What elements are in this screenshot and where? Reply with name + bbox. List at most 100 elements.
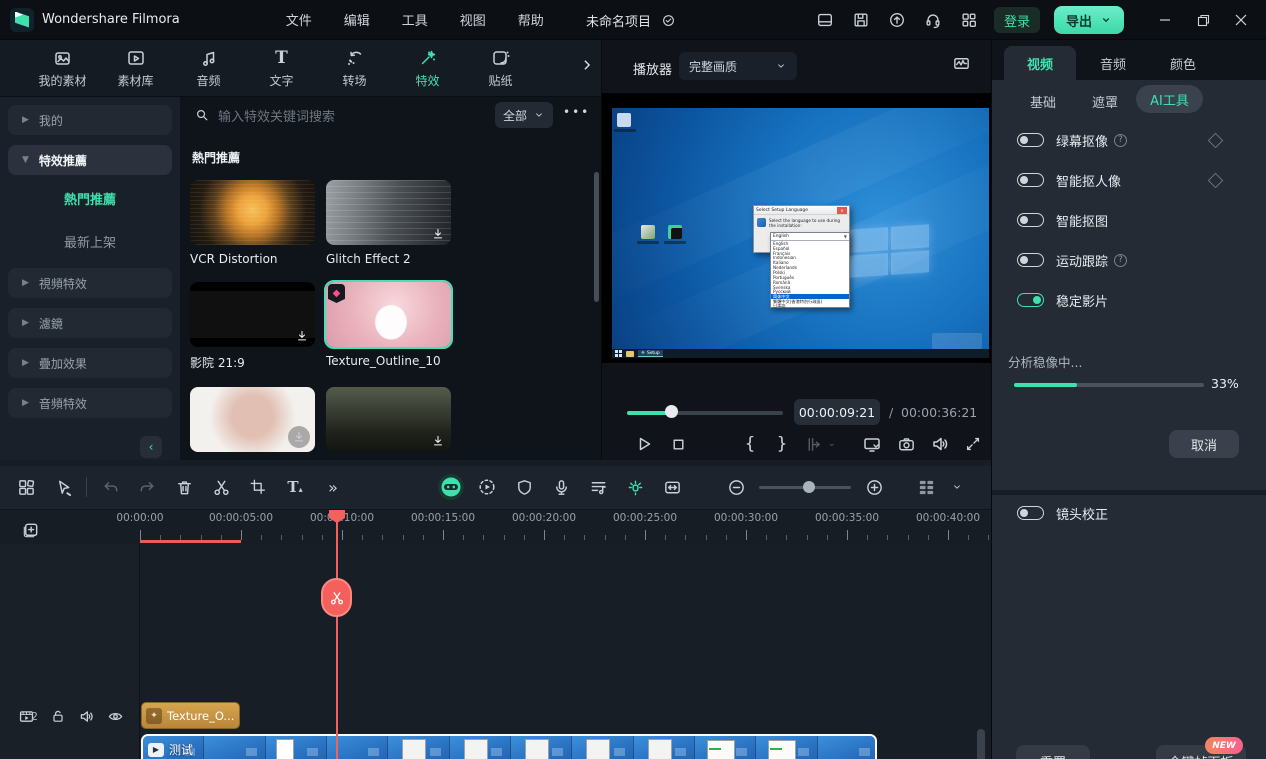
- chevrons-button[interactable]: »: [318, 473, 346, 501]
- panel-tab-2[interactable]: 颜色: [1157, 46, 1209, 80]
- sidebar-subcategory[interactable]: 熱門推薦: [0, 189, 180, 208]
- add-marker-button[interactable]: [16, 516, 44, 544]
- ai-face-button[interactable]: [438, 474, 464, 500]
- subtab[interactable]: 遮罩: [1092, 92, 1118, 111]
- seek-handle[interactable]: [665, 405, 678, 418]
- effect-clip[interactable]: ✦ Texture_O...: [141, 702, 240, 729]
- quality-dropdown[interactable]: 完整画质: [679, 52, 797, 80]
- media-tab-sticker[interactable]: 贴纸: [464, 47, 537, 89]
- video-clip[interactable]: ▶ 测试: [141, 734, 877, 759]
- lock-icon[interactable]: [50, 708, 66, 724]
- timeline-zoom-slider[interactable]: [759, 486, 851, 489]
- panel-tab-1[interactable]: 音频: [1087, 46, 1139, 80]
- trim-button[interactable]: [802, 432, 826, 456]
- minimize-button[interactable]: [1148, 5, 1182, 35]
- track-manager-button[interactable]: [912, 473, 940, 501]
- effect-card[interactable]: VCR Distortion: [190, 180, 315, 266]
- shield-button[interactable]: [510, 473, 538, 501]
- auto-split-button[interactable]: [621, 473, 649, 501]
- publish-icon[interactable]: [886, 9, 908, 31]
- scissors-tool-button[interactable]: [207, 473, 235, 501]
- save-icon[interactable]: [850, 9, 872, 31]
- effects-scrollbar[interactable]: [594, 172, 599, 302]
- toggle-3[interactable]: [1017, 253, 1044, 267]
- zoom-out-button[interactable]: [722, 473, 750, 501]
- fit-width-button[interactable]: [658, 473, 686, 501]
- seek-bar[interactable]: [627, 411, 783, 415]
- media-tab-stock[interactable]: 素材库: [99, 47, 172, 89]
- close-button[interactable]: [1224, 5, 1258, 35]
- apps-icon[interactable]: [958, 9, 980, 31]
- keyframe-diamond-icon[interactable]: [1208, 132, 1224, 148]
- effect-card[interactable]: Glitch Effect 2: [326, 180, 451, 266]
- effect-card[interactable]: 影院 21:9: [190, 282, 315, 371]
- subtab[interactable]: 基础: [1030, 92, 1056, 111]
- monitor-button[interactable]: [860, 432, 884, 456]
- cancel-button[interactable]: 取消: [1169, 430, 1239, 458]
- sidebar-subcategory[interactable]: 最新上架: [0, 232, 180, 251]
- lens-correction-toggle[interactable]: [1017, 506, 1044, 520]
- expand-button[interactable]: [961, 432, 985, 456]
- media-tab-my-media[interactable]: 我的素材: [26, 47, 99, 89]
- redo-button[interactable]: [133, 473, 161, 501]
- brace-open-button[interactable]: {: [738, 432, 762, 456]
- toggle-1[interactable]: [1017, 173, 1044, 187]
- reset-button[interactable]: 重置: [1016, 745, 1090, 759]
- filter-dropdown[interactable]: 全部: [495, 102, 553, 128]
- tabs-expand-chevron-icon[interactable]: [580, 58, 594, 72]
- sidebar-category[interactable]: ▼ 特效推薦: [8, 145, 172, 175]
- keyframe-diamond-icon[interactable]: [1208, 172, 1224, 188]
- video-preview[interactable]: Select Setup Language✕ Select the langua…: [602, 93, 992, 363]
- crop-button[interactable]: [244, 473, 272, 501]
- layout-icon[interactable]: [814, 9, 836, 31]
- media-tab-effects[interactable]: 特效: [391, 47, 464, 89]
- login-button[interactable]: 登录: [994, 7, 1040, 33]
- zoom-in-button[interactable]: [860, 473, 888, 501]
- cursor-button[interactable]: [49, 473, 77, 501]
- undo-button[interactable]: [96, 473, 124, 501]
- speaker-button[interactable]: [928, 432, 952, 456]
- more-options-button[interactable]: •••: [563, 105, 590, 119]
- support-icon[interactable]: [922, 9, 944, 31]
- eye-icon[interactable]: [107, 708, 124, 725]
- toggle-4[interactable]: [1017, 293, 1044, 307]
- trash-button[interactable]: [170, 473, 198, 501]
- sidebar-category[interactable]: ▶ 疊加效果: [8, 348, 172, 378]
- sidebar-category[interactable]: ▶ 視頻特效: [8, 268, 172, 298]
- track-manager-caret-icon[interactable]: [949, 473, 965, 501]
- mic-button[interactable]: [547, 473, 575, 501]
- play-button[interactable]: [632, 432, 656, 456]
- subtab-ai-tools[interactable]: AI工具: [1136, 85, 1203, 113]
- menubar-item[interactable]: 帮助: [516, 6, 546, 33]
- menubar-item[interactable]: 文件: [284, 6, 314, 33]
- grid-button[interactable]: [12, 473, 40, 501]
- panel-tab-0[interactable]: 视频: [1004, 46, 1076, 80]
- toggle-0[interactable]: [1017, 133, 1044, 147]
- text-tool-button[interactable]: T▴: [281, 473, 309, 501]
- media-tab-transition[interactable]: 转场: [318, 47, 391, 89]
- media-tab-text[interactable]: T 文字: [245, 47, 318, 89]
- render-preview-button[interactable]: [473, 473, 501, 501]
- export-button[interactable]: 导出: [1054, 6, 1124, 34]
- effect-card[interactable]: ◆Texture_Outline_10: [326, 282, 451, 368]
- playhead[interactable]: [336, 510, 338, 759]
- help-icon[interactable]: ?: [1114, 134, 1127, 147]
- timeline-ruler[interactable]: 00:00:0000:00:05:0000:00:10:0000:00:15:0…: [115, 510, 991, 544]
- effect-card[interactable]: [326, 387, 451, 452]
- collapse-sidebar-button[interactable]: ‹: [140, 436, 162, 458]
- zoom-slider-handle[interactable]: [803, 481, 815, 493]
- toggle-2[interactable]: [1017, 213, 1044, 227]
- camera-button[interactable]: [894, 432, 918, 456]
- menubar-item[interactable]: 编辑: [342, 6, 372, 33]
- scope-icon[interactable]: [952, 54, 971, 73]
- stop-button[interactable]: [666, 432, 690, 456]
- split-scissors-button[interactable]: [321, 578, 352, 617]
- help-icon[interactable]: ?: [1114, 254, 1127, 267]
- brace-close-button[interactable]: }: [770, 432, 794, 456]
- menubar-item[interactable]: 视图: [458, 6, 488, 33]
- sidebar-category[interactable]: ▶ 濾鏡: [8, 308, 172, 338]
- sidebar-category[interactable]: ▶ 音頻特效: [8, 388, 172, 418]
- sidebar-category[interactable]: ▶ 我的: [8, 105, 172, 135]
- timeline-scrollbar[interactable]: [977, 729, 985, 759]
- media-tab-audio[interactable]: 音频: [172, 47, 245, 89]
